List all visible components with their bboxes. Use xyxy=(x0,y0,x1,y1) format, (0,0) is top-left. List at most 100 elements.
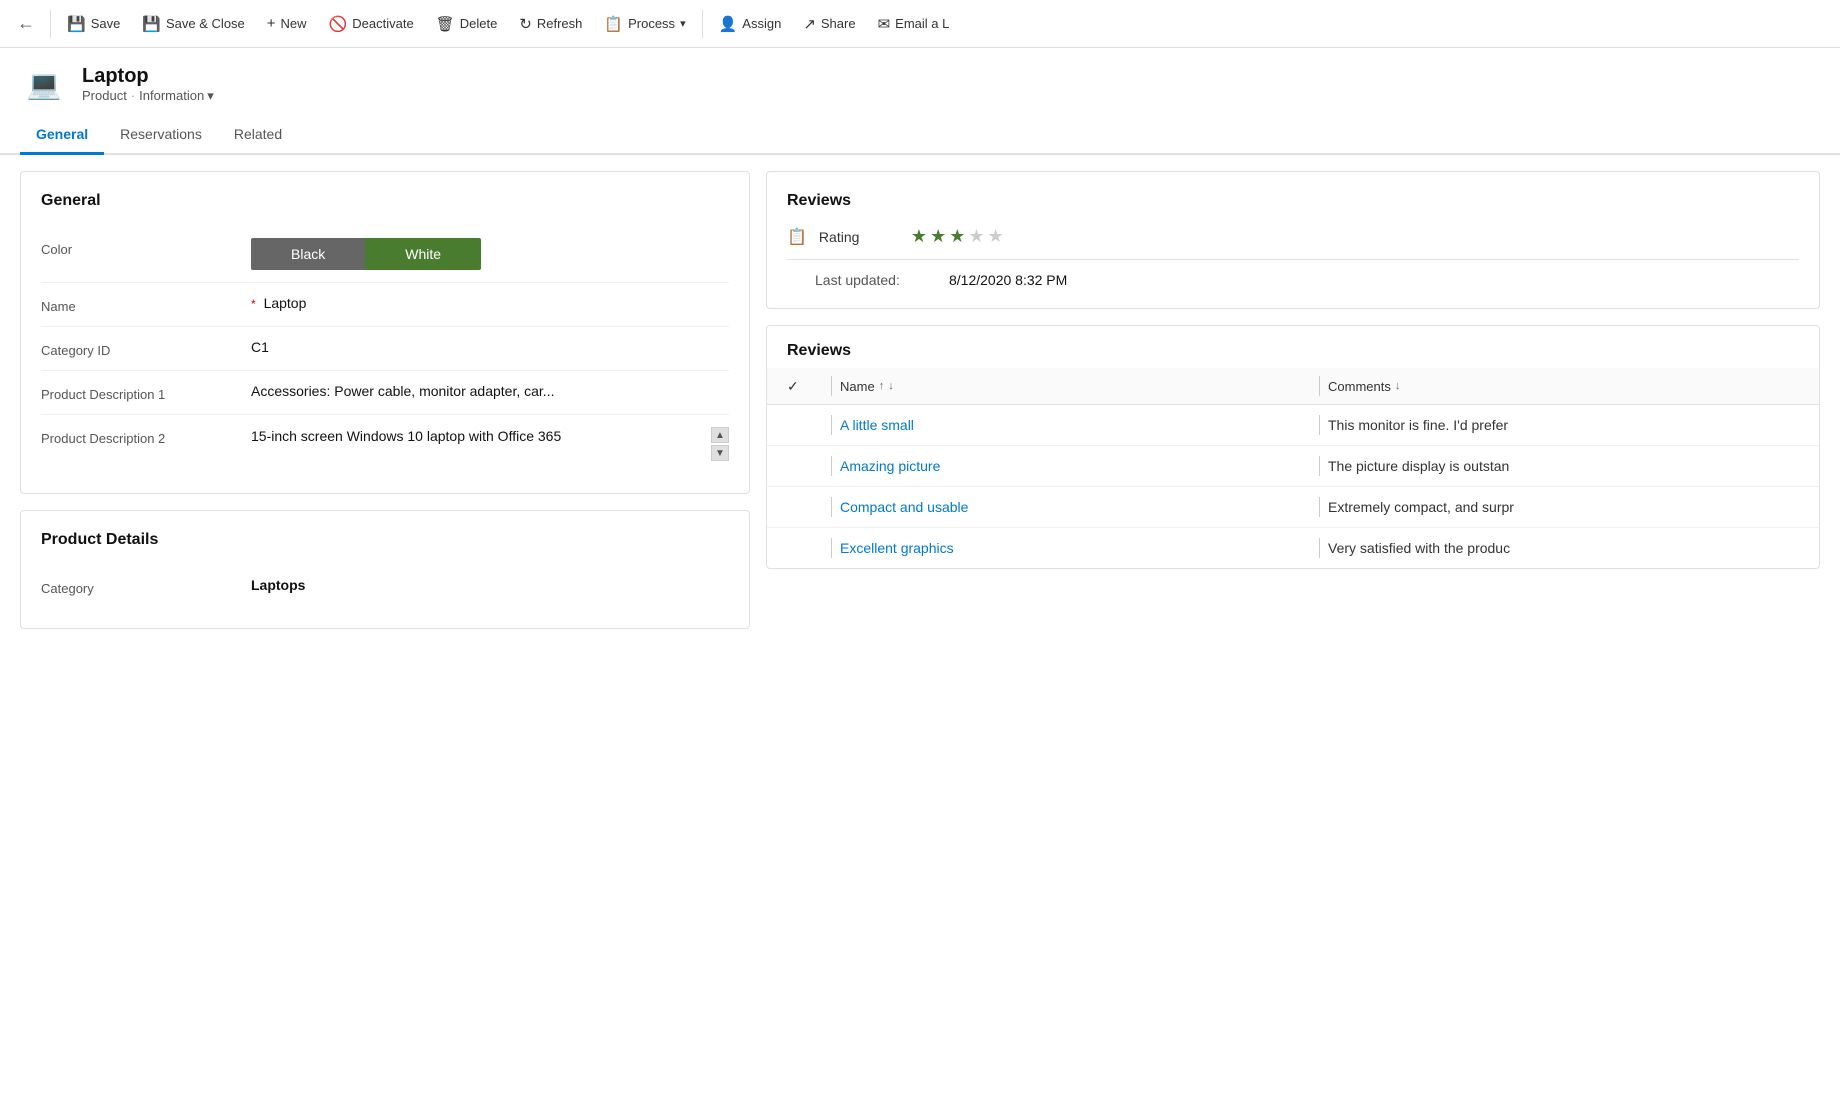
col-separator2 xyxy=(1319,376,1320,396)
rating-row: 📋 Rating ★ ★ ★ ★ ★ xyxy=(787,226,1799,260)
page-header: 💻 Laptop Product · Information ▾ xyxy=(0,48,1840,116)
color-buttons: Black White xyxy=(251,238,729,270)
breadcrumb-sep: · xyxy=(131,88,135,103)
product-desc2-field-row: Product Description 2 15-inch screen Win… xyxy=(41,415,729,473)
table-row: A little small This monitor is fine. I'd… xyxy=(767,405,1819,446)
review-name-1[interactable]: A little small xyxy=(840,417,1311,433)
rating-icon: 📋 xyxy=(787,227,807,247)
review-name-2[interactable]: Amazing picture xyxy=(840,458,1311,474)
name-sort-asc-icon[interactable]: ↑ xyxy=(879,380,885,392)
page-title: Laptop xyxy=(82,65,214,88)
product-desc1-label: Product Description 1 xyxy=(41,383,251,402)
color-white-button[interactable]: White xyxy=(365,238,481,270)
row-sep-4 xyxy=(831,538,832,558)
desc2-wrapper: 15-inch screen Windows 10 laptop with Of… xyxy=(251,427,729,461)
star-1: ★ xyxy=(911,226,927,247)
row-sep-1b xyxy=(1319,415,1320,435)
scroll-down-button[interactable]: ▼ xyxy=(711,445,729,461)
new-icon: + xyxy=(267,15,276,32)
table-row: Amazing picture The picture display is o… xyxy=(767,446,1819,487)
color-black-button[interactable]: Black xyxy=(251,238,365,270)
share-button[interactable]: ↗ Share xyxy=(793,9,865,39)
save-close-button[interactable]: 💾 Save & Close xyxy=(132,9,254,39)
name-field-row: Name * Laptop xyxy=(41,283,729,327)
checkmark-icon: ✓ xyxy=(787,378,799,394)
reviews-info-title: Reviews xyxy=(787,192,1799,210)
reviews-table-card: Reviews ✓ Name ↑ ↓ Comments ↓ xyxy=(766,325,1820,569)
review-comment-4: Very satisfied with the produc xyxy=(1328,540,1799,556)
row-sep-2 xyxy=(831,456,832,476)
process-icon: 📋 xyxy=(604,15,623,33)
table-column-headers: ✓ Name ↑ ↓ Comments ↓ xyxy=(767,368,1819,405)
required-star: * xyxy=(251,297,256,311)
review-name-3[interactable]: Compact and usable xyxy=(840,499,1311,515)
star-2: ★ xyxy=(930,226,946,247)
product-desc1-field-row: Product Description 1 Accessories: Power… xyxy=(41,371,729,415)
back-button[interactable]: ← xyxy=(8,6,44,42)
category-field-value: Laptops xyxy=(251,577,729,593)
color-field-row: Color Black White xyxy=(41,226,729,283)
product-icon: 💻 xyxy=(20,60,68,108)
col-comments-header: Comments ↓ xyxy=(1328,379,1799,394)
product-desc1-value: Accessories: Power cable, monitor adapte… xyxy=(251,383,729,399)
col-separator xyxy=(831,376,832,396)
save-button[interactable]: 💾 Save xyxy=(57,9,130,39)
left-column: General Color Black White Name * L xyxy=(20,171,750,1075)
review-name-4[interactable]: Excellent graphics xyxy=(840,540,1311,556)
reviews-table-title: Reviews xyxy=(787,342,1799,360)
color-label: Color xyxy=(41,238,251,257)
assign-button[interactable]: 👤 Assign xyxy=(709,9,792,39)
last-updated-label: Last updated: xyxy=(787,272,937,288)
toolbar-divider xyxy=(50,10,51,38)
product-desc2-label: Product Description 2 xyxy=(41,427,251,446)
col-name-header: Name ↑ ↓ xyxy=(840,379,1311,394)
scroll-buttons: ▲ ▼ xyxy=(711,427,729,461)
delete-icon: 🗑 xyxy=(436,15,455,33)
category-id-value: C1 xyxy=(251,339,729,355)
breadcrumb-information-dropdown[interactable]: Information ▾ xyxy=(139,88,214,104)
review-comment-1: This monitor is fine. I'd prefer xyxy=(1328,417,1799,433)
email-button[interactable]: ✉ Email a L xyxy=(868,9,960,39)
star-5: ★ xyxy=(987,226,1003,247)
star-4: ★ xyxy=(968,226,984,247)
tab-general[interactable]: General xyxy=(20,116,104,155)
category-id-label: Category ID xyxy=(41,339,251,358)
process-button[interactable]: 📋 Process ▾ xyxy=(594,9,695,39)
save-close-icon: 💾 xyxy=(142,15,161,33)
toolbar: ← 💾 Save 💾 Save & Close + New 🚫 Deactiva… xyxy=(0,0,1840,48)
assign-icon: 👤 xyxy=(719,15,738,33)
save-icon: 💾 xyxy=(67,15,86,33)
category-id-field-row: Category ID C1 xyxy=(41,327,729,371)
color-value: Black White xyxy=(251,238,729,270)
refresh-icon: ↻ xyxy=(519,15,532,33)
page-title-area: Laptop Product · Information ▾ xyxy=(82,65,214,104)
tab-reservations[interactable]: Reservations xyxy=(104,116,218,155)
delete-button[interactable]: 🗑 Delete xyxy=(426,9,508,39)
comments-sort-icon[interactable]: ↓ xyxy=(1395,380,1401,392)
row-sep-3 xyxy=(831,497,832,517)
name-sort-desc-icon[interactable]: ↓ xyxy=(888,380,894,392)
breadcrumb: Product · Information ▾ xyxy=(82,88,214,104)
deactivate-icon: 🚫 xyxy=(329,15,348,33)
refresh-button[interactable]: ↻ Refresh xyxy=(509,9,592,39)
review-comment-3: Extremely compact, and surpr xyxy=(1328,499,1799,515)
reviews-info-content: 📋 Rating ★ ★ ★ ★ ★ Last updated: 8/12/20… xyxy=(787,226,1799,288)
product-details-section-title: Product Details xyxy=(41,531,729,549)
scroll-up-button[interactable]: ▲ xyxy=(711,427,729,443)
breadcrumb-chevron-icon: ▾ xyxy=(207,88,214,104)
deactivate-button[interactable]: 🚫 Deactivate xyxy=(319,9,424,39)
email-icon: ✉ xyxy=(878,15,891,33)
product-details-section-card: Product Details Category Laptops xyxy=(20,510,750,629)
review-comment-2: The picture display is outstan xyxy=(1328,458,1799,474)
name-label: Name xyxy=(41,295,251,314)
process-dropdown-icon: ▾ xyxy=(680,17,686,30)
toolbar-divider2 xyxy=(702,10,703,38)
new-button[interactable]: + New xyxy=(257,9,317,38)
product-desc2-value: 15-inch screen Windows 10 laptop with Of… xyxy=(251,427,729,461)
category-field-label: Category xyxy=(41,577,251,596)
reviews-table-header: Reviews xyxy=(767,326,1819,368)
share-icon: ↗ xyxy=(803,15,816,33)
tab-related[interactable]: Related xyxy=(218,116,298,155)
breadcrumb-product[interactable]: Product xyxy=(82,88,127,103)
main-content: General Color Black White Name * L xyxy=(0,155,1840,1091)
